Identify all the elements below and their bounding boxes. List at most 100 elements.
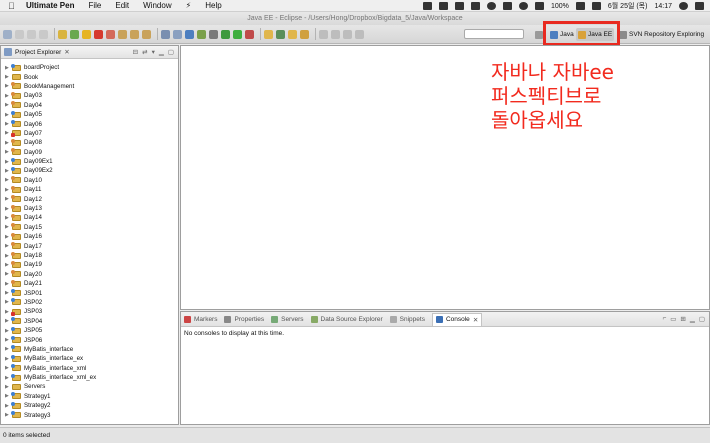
open-folder-icon[interactable] [288, 29, 297, 39]
tree-item[interactable]: ▶ Day10 [5, 176, 178, 185]
perspective-svn[interactable]: SVN Repository Exploring [619, 28, 704, 41]
tree-item[interactable]: ▶ Day15 [5, 223, 178, 232]
quick-access-input[interactable] [464, 29, 524, 39]
volume-icon[interactable] [535, 2, 544, 10]
prev-annotation-icon[interactable] [331, 29, 340, 39]
tree-item[interactable]: ▶ Day07 [5, 129, 178, 138]
step-over-icon[interactable] [130, 29, 139, 39]
wifi-icon[interactable] [519, 2, 528, 10]
battery-icon[interactable] [575, 2, 585, 10]
battery-percent[interactable]: 100% [551, 3, 569, 10]
disconnect-icon[interactable] [106, 29, 115, 39]
tree-item[interactable]: ▶ JSP06 [5, 335, 178, 344]
step-return-icon[interactable] [142, 29, 151, 39]
new-icon[interactable] [3, 29, 12, 39]
close-icon[interactable]: ✕ [473, 316, 478, 324]
tab-data-source-explorer[interactable]: Data Source Explorer [310, 315, 383, 323]
display-console-icon[interactable]: ▭ [670, 315, 676, 323]
menu-window[interactable]: Window [143, 1, 171, 10]
tree-item[interactable]: ▶ Day14 [5, 213, 178, 222]
open-type-icon[interactable] [173, 29, 182, 39]
tree-item[interactable]: ▶ BookManagement [5, 82, 178, 91]
tree-item[interactable]: ▶ Day05 [5, 110, 178, 119]
settings-icon[interactable] [209, 29, 218, 39]
expand-arrow-icon[interactable]: ▶ [5, 74, 12, 80]
tree-item[interactable]: ▶ Day18 [5, 251, 178, 260]
search-icon[interactable] [679, 2, 688, 10]
tree-item[interactable]: ▶ JSP02 [5, 298, 178, 307]
menubar-clock[interactable]: 14:17 [654, 3, 672, 10]
tree-item[interactable]: ▶ MyBatis_interface_xml [5, 364, 178, 373]
tree-item[interactable]: ▶ boardProject [5, 63, 178, 72]
tree-item[interactable]: ▶ Day06 [5, 119, 178, 128]
notification-center-icon[interactable] [695, 2, 704, 10]
menu-edit[interactable]: Edit [115, 1, 129, 10]
menu-help[interactable]: Help [205, 1, 221, 10]
tree-item[interactable]: ▶ MyBatis_interface [5, 345, 178, 354]
maximize-icon[interactable]: ▢ [168, 48, 174, 56]
dropbox-icon[interactable] [423, 2, 432, 10]
step-into-icon[interactable] [118, 29, 127, 39]
web-browser-icon[interactable] [185, 29, 194, 39]
expand-arrow-icon[interactable]: ▶ [5, 384, 12, 390]
tree-item[interactable]: ▶ MyBatis_interface_ex [5, 354, 178, 363]
tree-item[interactable]: ▶ Strategy1 [5, 392, 178, 401]
new-java-package-icon[interactable] [264, 29, 273, 39]
tree-item[interactable]: ▶ Strategy3 [5, 410, 178, 419]
tree-item[interactable]: ▶ Day20 [5, 270, 178, 279]
next-annotation-icon[interactable] [319, 29, 328, 39]
tree-item[interactable]: ▶ JSP04 [5, 317, 178, 326]
app-tray-icon[interactable] [439, 2, 448, 10]
app-tray-icon[interactable] [455, 2, 464, 10]
tree-item[interactable]: ▶ Strategy2 [5, 401, 178, 410]
collapse-all-icon[interactable]: ⊟ [133, 48, 138, 56]
tab-servers[interactable]: Servers [271, 315, 304, 323]
minimize-icon[interactable]: ▁ [159, 48, 164, 56]
tab-snippets[interactable]: Snippets [389, 315, 425, 323]
tree-item[interactable]: ▶ Day09Ex1 [5, 157, 178, 166]
tree-item[interactable]: ▶ Day21 [5, 279, 178, 288]
tree-item[interactable]: ▶ Day09 [5, 148, 178, 157]
tree-item[interactable]: ▶ Day17 [5, 241, 178, 250]
tab-console[interactable]: Console ✕ [431, 312, 483, 326]
tree-item[interactable]: ▶ Day08 [5, 138, 178, 147]
tree-item[interactable]: ▶ Day19 [5, 260, 178, 269]
open-console-icon[interactable]: ⊞ [680, 315, 685, 323]
minimize-icon[interactable]: ▁ [690, 315, 695, 323]
debug-icon[interactable] [221, 29, 230, 39]
tab-markers[interactable]: Markers [184, 315, 217, 323]
external-tools-icon[interactable] [245, 29, 254, 39]
new-java-class-icon[interactable] [276, 29, 285, 39]
apple-menu-icon[interactable]:  [8, 1, 20, 11]
project-explorer-tab[interactable]: Project Explorer ✕ ⊟ ⇄ ▾ ▁ ▢ [1, 46, 178, 59]
tree-item[interactable]: ▶ JSP03 [5, 307, 178, 316]
view-menu-icon[interactable]: ▾ [152, 48, 155, 56]
print-icon[interactable] [39, 29, 48, 39]
build-icon[interactable] [197, 29, 206, 39]
menubar-date[interactable]: 6월 25일 (목) [608, 1, 648, 11]
suspend-icon[interactable] [82, 29, 91, 39]
bluetooth-icon[interactable] [503, 2, 512, 10]
editor-area[interactable] [180, 45, 710, 310]
lightning-icon[interactable]: ⚡ [186, 1, 192, 10]
terminate-icon[interactable] [94, 29, 103, 39]
server-icon[interactable] [161, 29, 170, 39]
search-tool-icon[interactable] [300, 29, 309, 39]
menu-file[interactable]: File [88, 1, 101, 10]
close-icon[interactable]: ✕ [64, 48, 69, 56]
app-menu[interactable]: Ultimate Pen [26, 1, 74, 10]
tree-item[interactable]: ▶ Book [5, 72, 178, 81]
link-editor-icon[interactable]: ⇄ [142, 48, 147, 56]
tree-item[interactable]: ▶ JSP05 [5, 326, 178, 335]
save-icon[interactable] [15, 29, 24, 39]
tree-item[interactable]: ▶ Servers [5, 382, 178, 391]
tree-item[interactable]: ▶ Day09Ex2 [5, 166, 178, 175]
time-machine-icon[interactable] [487, 2, 496, 10]
forward-icon[interactable] [355, 29, 364, 39]
input-source-icon[interactable] [591, 2, 601, 10]
back-icon[interactable] [343, 29, 352, 39]
tree-item[interactable]: ▶ Day12 [5, 194, 178, 203]
tree-item[interactable]: ▶ Day11 [5, 185, 178, 194]
skip-breakpoints-icon[interactable] [58, 29, 67, 39]
resume-icon[interactable] [70, 29, 79, 39]
